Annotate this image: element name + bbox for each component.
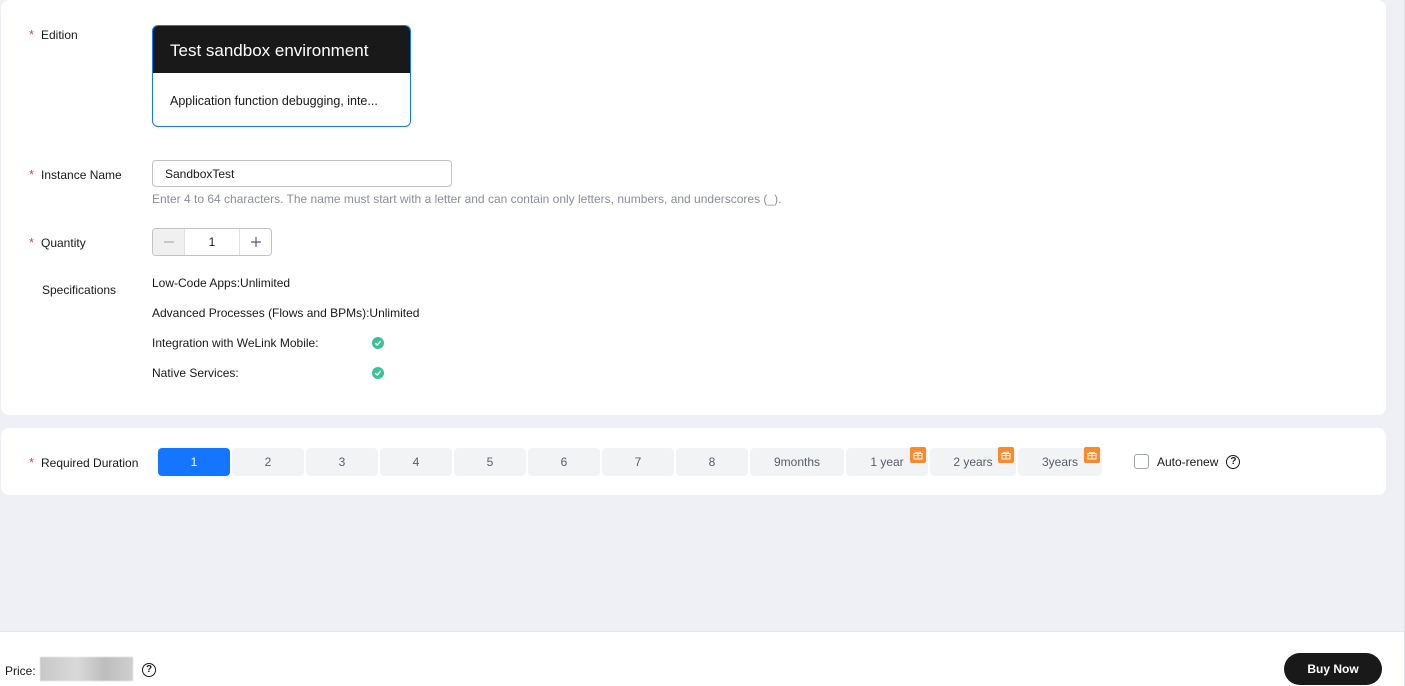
auto-renew-checkbox[interactable] [1134, 454, 1149, 469]
edition-card-title: Test sandbox environment [153, 26, 410, 73]
gift-icon [910, 447, 926, 463]
duration-option-1-year[interactable]: 1 year [846, 447, 928, 476]
quantity-decrement-button[interactable] [153, 229, 185, 255]
buy-now-button[interactable]: Buy Now [1284, 653, 1382, 685]
duration-option-label: 1 year [870, 455, 904, 469]
auto-renew-label[interactable]: Auto-renew [1157, 455, 1218, 469]
duration-option-4[interactable]: 4 [380, 448, 452, 476]
quantity-value[interactable]: 1 [185, 229, 239, 255]
minus-icon [163, 232, 175, 253]
edition-option-card[interactable]: Test sandbox environment Application fun… [152, 25, 411, 127]
quantity-increment-button[interactable] [239, 229, 271, 255]
instance-name-input[interactable] [152, 160, 452, 187]
instance-name-label: * Instance Name [29, 167, 122, 182]
instance-name-hint: Enter 4 to 64 characters. The name must … [152, 192, 782, 206]
duration-options: 1 2 3 4 5 6 7 8 9months 1 year 2 years 3… [158, 447, 1102, 476]
edition-card-description: Application function debugging, inte... [170, 94, 378, 108]
duration-option-9months[interactable]: 9months [750, 448, 844, 476]
duration-option-8[interactable]: 8 [676, 448, 748, 476]
required-asterisk: * [29, 455, 35, 470]
duration-option-5[interactable]: 5 [454, 448, 526, 476]
auto-renew-option: Auto-renew ? [1134, 454, 1241, 469]
check-circle-icon [372, 367, 384, 379]
plus-icon [250, 232, 262, 253]
required-asterisk: * [29, 235, 35, 250]
duration-card: * Required Duration 1 2 3 4 5 6 7 8 9mont… [1, 428, 1386, 495]
duration-option-2-years[interactable]: 2 years [930, 447, 1016, 476]
duration-option-2[interactable]: 2 [232, 448, 304, 476]
spec-welink-integration: Integration with WeLink Mobile: [152, 336, 319, 350]
check-circle-icon [372, 337, 384, 349]
purchase-footer: Price: ? Buy Now [0, 631, 1405, 686]
price-label: Price: [5, 664, 36, 678]
duration-option-6[interactable]: 6 [528, 448, 600, 476]
specifications-label: Specifications [42, 283, 117, 297]
gift-icon [998, 447, 1014, 463]
spec-advanced-processes: Advanced Processes (Flows and BPMs):Unli… [152, 306, 420, 320]
purchase-form-card: * Edition Test sandbox environment Applic… [1, 0, 1386, 415]
spec-low-code-apps: Low-Code Apps:Unlimited [152, 276, 291, 290]
edition-label: * Edition [29, 27, 78, 42]
duration-option-label: 2 years [953, 455, 993, 469]
required-duration-label: * Required Duration [29, 455, 139, 470]
quantity-stepper: 1 [152, 228, 272, 256]
duration-option-label: 3years [1041, 455, 1079, 469]
duration-option-1[interactable]: 1 [158, 448, 230, 476]
help-icon[interactable]: ? [1226, 454, 1241, 469]
duration-option-3years[interactable]: 3years [1018, 447, 1102, 476]
quantity-label: * Quantity [29, 235, 86, 250]
spec-native-services: Native Services: [152, 366, 239, 380]
duration-option-7[interactable]: 7 [602, 448, 674, 476]
required-asterisk: * [29, 167, 35, 182]
price-value-redacted [40, 657, 133, 681]
required-asterisk: * [29, 27, 35, 42]
duration-option-3[interactable]: 3 [306, 448, 378, 476]
price-help-icon[interactable]: ? [142, 663, 156, 677]
gift-icon [1084, 447, 1100, 463]
